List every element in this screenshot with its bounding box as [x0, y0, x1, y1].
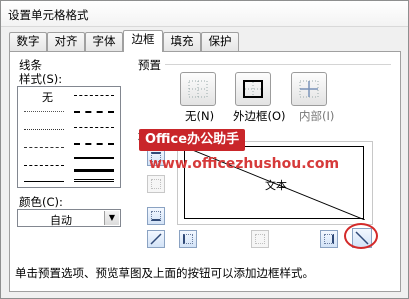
- tab-alignment[interactable]: 对齐: [47, 32, 85, 51]
- border-bottom-icon: [151, 211, 161, 221]
- color-select[interactable]: 自动 ▼: [17, 209, 121, 227]
- tab-label: 填充: [170, 34, 194, 48]
- format-cells-dialog: 设置单元格格式 数字 对齐 字体 边框 填充 保护 线条 样式(S): 无 颜色…: [0, 0, 409, 299]
- watermark-brand: Office办公助手: [139, 129, 246, 151]
- title-bar: 设置单元格格式: [1, 1, 408, 27]
- line-style-option[interactable]: [74, 111, 114, 113]
- border-diagonal-up-button[interactable]: [147, 230, 165, 248]
- border-left-icon: [183, 234, 193, 244]
- tab-number[interactable]: 数字: [9, 32, 47, 51]
- tab-label: 数字: [16, 34, 40, 48]
- style-label: 样式(S):: [19, 72, 63, 86]
- border-bottom-button[interactable]: [147, 207, 165, 225]
- preset-inside-icon: [299, 80, 319, 98]
- tab-label: 保护: [208, 34, 232, 48]
- preview-text: 文本: [265, 179, 287, 192]
- tab-fill[interactable]: 填充: [163, 32, 201, 51]
- line-style-option[interactable]: [74, 95, 114, 96]
- annotation-circle: [344, 223, 378, 249]
- line-style-none[interactable]: 无: [42, 89, 53, 105]
- tab-border[interactable]: 边框: [123, 30, 163, 52]
- line-style-list[interactable]: 无: [17, 86, 121, 188]
- border-left-button[interactable]: [179, 230, 197, 248]
- border-inside-vertical-button[interactable]: [251, 230, 269, 248]
- line-style-option[interactable]: [74, 169, 114, 172]
- color-label: 颜色(C):: [19, 195, 63, 209]
- preset-divider: [165, 64, 391, 65]
- line-style-option[interactable]: [24, 129, 64, 130]
- watermark-url: www.officezhushou.com: [149, 156, 340, 172]
- preset-section-label: 预置: [138, 58, 161, 72]
- border-right-icon: [324, 234, 334, 244]
- preset-outline-icon: [243, 80, 263, 98]
- hint-text: 单击预置选项、预览草图及上面的按钮可以添加边框样式。: [15, 266, 314, 280]
- border-inside-vertical-icon: [255, 234, 265, 244]
- preset-outline-button[interactable]: [235, 72, 271, 106]
- line-style-option[interactable]: [24, 147, 64, 148]
- line-style-option[interactable]: [74, 157, 114, 159]
- border-preview[interactable]: 文本: [177, 141, 373, 225]
- border-right-button[interactable]: [320, 230, 338, 248]
- tab-label: 边框: [131, 32, 155, 46]
- preset-none-label: 无(N): [185, 109, 215, 123]
- line-style-option[interactable]: [74, 179, 114, 182]
- preset-inside-button[interactable]: [291, 72, 327, 106]
- color-select-value: 自动: [50, 214, 72, 227]
- line-style-option[interactable]: [24, 111, 64, 112]
- line-style-option[interactable]: [24, 165, 64, 166]
- preset-outline-label: 外边框(O): [233, 109, 286, 123]
- diagonal-up-icon: [150, 233, 162, 245]
- preset-none-icon: [188, 80, 208, 98]
- preset-none-button[interactable]: [180, 72, 216, 106]
- dialog-title: 设置单元格格式: [8, 8, 89, 22]
- tab-label: 字体: [92, 34, 116, 48]
- border-inside-horizontal-icon: [151, 179, 161, 189]
- tab-font[interactable]: 字体: [85, 32, 123, 51]
- line-style-option[interactable]: [74, 127, 114, 128]
- border-inside-horizontal-button[interactable]: [147, 175, 165, 193]
- chevron-down-icon[interactable]: ▼: [104, 211, 119, 225]
- preset-inside-label: 内部(I): [299, 109, 335, 123]
- line-style-option[interactable]: [24, 181, 64, 182]
- tab-protection[interactable]: 保护: [201, 32, 239, 51]
- tab-label: 对齐: [54, 34, 78, 48]
- line-style-option[interactable]: [74, 143, 114, 145]
